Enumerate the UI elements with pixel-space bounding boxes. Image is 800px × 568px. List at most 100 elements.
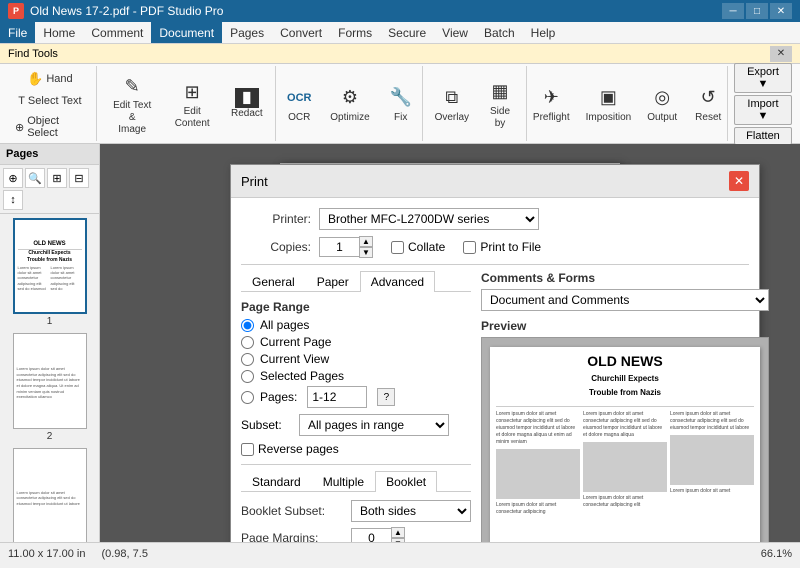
hand-tool-btn[interactable]: ✋ Hand [10, 68, 90, 90]
hr-1 [241, 264, 749, 265]
preview-cols: Lorem ipsum dolor sit amet consectetur a… [496, 411, 754, 516]
current-page-option[interactable]: Current Page [241, 335, 471, 349]
imposition-btn[interactable]: ▣ Imposition [579, 80, 639, 128]
pages-range-input[interactable] [307, 386, 367, 408]
import-button[interactable]: Import ▼ [734, 95, 792, 125]
dialog-close-button[interactable]: ✕ [729, 171, 749, 191]
maximize-button[interactable]: □ [746, 3, 768, 19]
sidebar-tool-2[interactable]: 🔍 [25, 168, 45, 188]
printer-select[interactable]: Brother MFC-L2700DW series [319, 208, 539, 230]
ribbon-group-ocr: OCR OCR ⚙ Optimize 🔧 Fix [278, 66, 423, 141]
copies-label: Copies: [241, 240, 311, 254]
edit-text-image-btn[interactable]: ✎ Edit Text &Image [105, 68, 160, 140]
menu-secure[interactable]: Secure [380, 22, 434, 43]
all-pages-option[interactable]: All pages [241, 318, 471, 332]
fix-btn[interactable]: 🔧 Fix [379, 80, 423, 128]
tab-multiple[interactable]: Multiple [312, 471, 375, 492]
tab-general[interactable]: General [241, 271, 306, 292]
all-pages-radio[interactable] [241, 319, 254, 332]
pages-help-button[interactable]: ? [377, 388, 395, 406]
menu-pages[interactable]: Pages [222, 22, 272, 43]
status-size: 11.00 x 17.00 in [8, 548, 85, 560]
select-text-btn[interactable]: T Select Text [10, 92, 90, 110]
menu-bar: File Home Comment Document Pages Convert… [0, 22, 800, 44]
subset-select[interactable]: All pages in range [299, 414, 449, 436]
preflight-btn[interactable]: ✈ Preflight [526, 80, 577, 128]
comments-forms-select[interactable]: Document and Comments Document only Form… [481, 289, 769, 311]
find-tools-close[interactable]: ✕ [770, 46, 792, 62]
margins-spinner-buttons: ▲ ▼ [391, 527, 405, 542]
side-by-btn[interactable]: ▦ Side by [477, 74, 523, 134]
menu-comment[interactable]: Comment [83, 22, 151, 43]
preview-section: Preview OLD NEWS Churchill Expects Troub… [481, 319, 769, 542]
page-thumb-2[interactable]: Lorem ipsum dolor sit amet consectetur a… [4, 333, 95, 442]
dialog-right: Comments & Forms Document and Comments D… [481, 271, 769, 542]
edit-content-btn[interactable]: ⊞ Edit Content [162, 74, 223, 134]
sidebar-tool-3[interactable]: ⊞ [47, 168, 67, 188]
tab-booklet[interactable]: Booklet [375, 471, 437, 492]
copies-up[interactable]: ▲ [359, 236, 373, 247]
dialog-title: Print [241, 174, 268, 189]
current-view-option[interactable]: Current View [241, 352, 471, 366]
menu-file[interactable]: File [0, 22, 35, 43]
margins-down[interactable]: ▼ [391, 538, 405, 542]
selected-pages-radio[interactable] [241, 370, 254, 383]
minimize-button[interactable]: ─ [722, 3, 744, 19]
menu-batch[interactable]: Batch [476, 22, 523, 43]
main-layout: Pages ⊕ 🔍 ⊞ ⊟ ↕ OLD NEWS Churchill Expec… [0, 144, 800, 542]
margins-up[interactable]: ▲ [391, 527, 405, 538]
menu-forms[interactable]: Forms [330, 22, 380, 43]
spinner-buttons: ▲ ▼ [359, 236, 373, 258]
optimize-btn[interactable]: ⚙ Optimize [323, 80, 376, 128]
output-btn[interactable]: ◎ Output [640, 80, 684, 128]
copies-down[interactable]: ▼ [359, 247, 373, 258]
page-margins-row: Page Margins: ▲ ▼ [241, 527, 471, 542]
menu-help[interactable]: Help [523, 22, 564, 43]
tab-advanced[interactable]: Advanced [360, 271, 435, 292]
collate-checkbox[interactable] [391, 241, 404, 254]
menu-view[interactable]: View [434, 22, 476, 43]
sidebar-pages: OLD NEWS Churchill ExpectsTrouble from N… [0, 214, 99, 542]
reverse-pages-checkbox[interactable] [241, 443, 254, 456]
current-page-radio[interactable] [241, 336, 254, 349]
copies-input[interactable] [319, 237, 359, 257]
booklet-subset-select[interactable]: Both sides Front side only Back side onl… [351, 500, 471, 522]
app-icon: P [8, 3, 24, 19]
print-to-file-checkbox[interactable] [463, 241, 476, 254]
page-thumb-3[interactable]: Lorem ipsum dolor sit amet consectetur a… [4, 448, 95, 542]
flatten-button[interactable]: Flatten [734, 127, 792, 145]
object-select-btn[interactable]: ⊕ Object Select [10, 112, 90, 142]
ocr-buttons: OCR OCR ⚙ Optimize 🔧 Fix [277, 68, 422, 139]
ocr-btn[interactable]: OCR OCR [277, 80, 321, 128]
window-close-button[interactable]: ✕ [770, 3, 792, 19]
tab-standard[interactable]: Standard [241, 471, 312, 492]
page-thumb-img-1: OLD NEWS Churchill ExpectsTrouble from N… [13, 218, 87, 314]
print-dialog: Print ✕ Printer: Brother MFC-L2700DW ser… [230, 164, 760, 542]
menu-home[interactable]: Home [35, 22, 83, 43]
redact-btn[interactable]: █ Redact [225, 84, 269, 124]
current-view-radio[interactable] [241, 353, 254, 366]
reset-btn[interactable]: ↺ Reset [686, 80, 730, 128]
sidebar-tool-5[interactable]: ↕ [3, 190, 23, 210]
dialog-body: Printer: Brother MFC-L2700DW series Copi… [231, 198, 759, 542]
preview-box: OLD NEWS Churchill Expects Trouble from … [481, 337, 769, 542]
hr-2 [241, 464, 471, 465]
selected-pages-option[interactable]: Selected Pages [241, 369, 471, 383]
reverse-pages-option[interactable]: Reverse pages [241, 442, 471, 456]
margins-input[interactable] [351, 528, 391, 542]
redact-icon: █ [235, 88, 259, 108]
export-button[interactable]: Export ▼ [734, 63, 792, 93]
overlay-btn[interactable]: ⧉ Overlay [428, 80, 475, 128]
pages-range-row: Pages: ? [241, 386, 471, 408]
tab-paper[interactable]: Paper [306, 271, 360, 292]
booklet-options: Booklet Subset: Both sides Front side on… [241, 500, 471, 542]
optimize-icon: ⚙ [336, 84, 364, 112]
sidebar-tool-1[interactable]: ⊕ [3, 168, 23, 188]
menu-convert[interactable]: Convert [272, 22, 330, 43]
sidebar-tool-4[interactable]: ⊟ [69, 168, 89, 188]
comments-forms-section: Comments & Forms Document and Comments D… [481, 271, 769, 311]
pages-radio[interactable] [241, 391, 254, 404]
menu-document[interactable]: Document [151, 22, 222, 43]
page-thumb-1[interactable]: OLD NEWS Churchill ExpectsTrouble from N… [4, 218, 95, 327]
page-thumb-img-2: Lorem ipsum dolor sit amet consectetur a… [13, 333, 87, 429]
